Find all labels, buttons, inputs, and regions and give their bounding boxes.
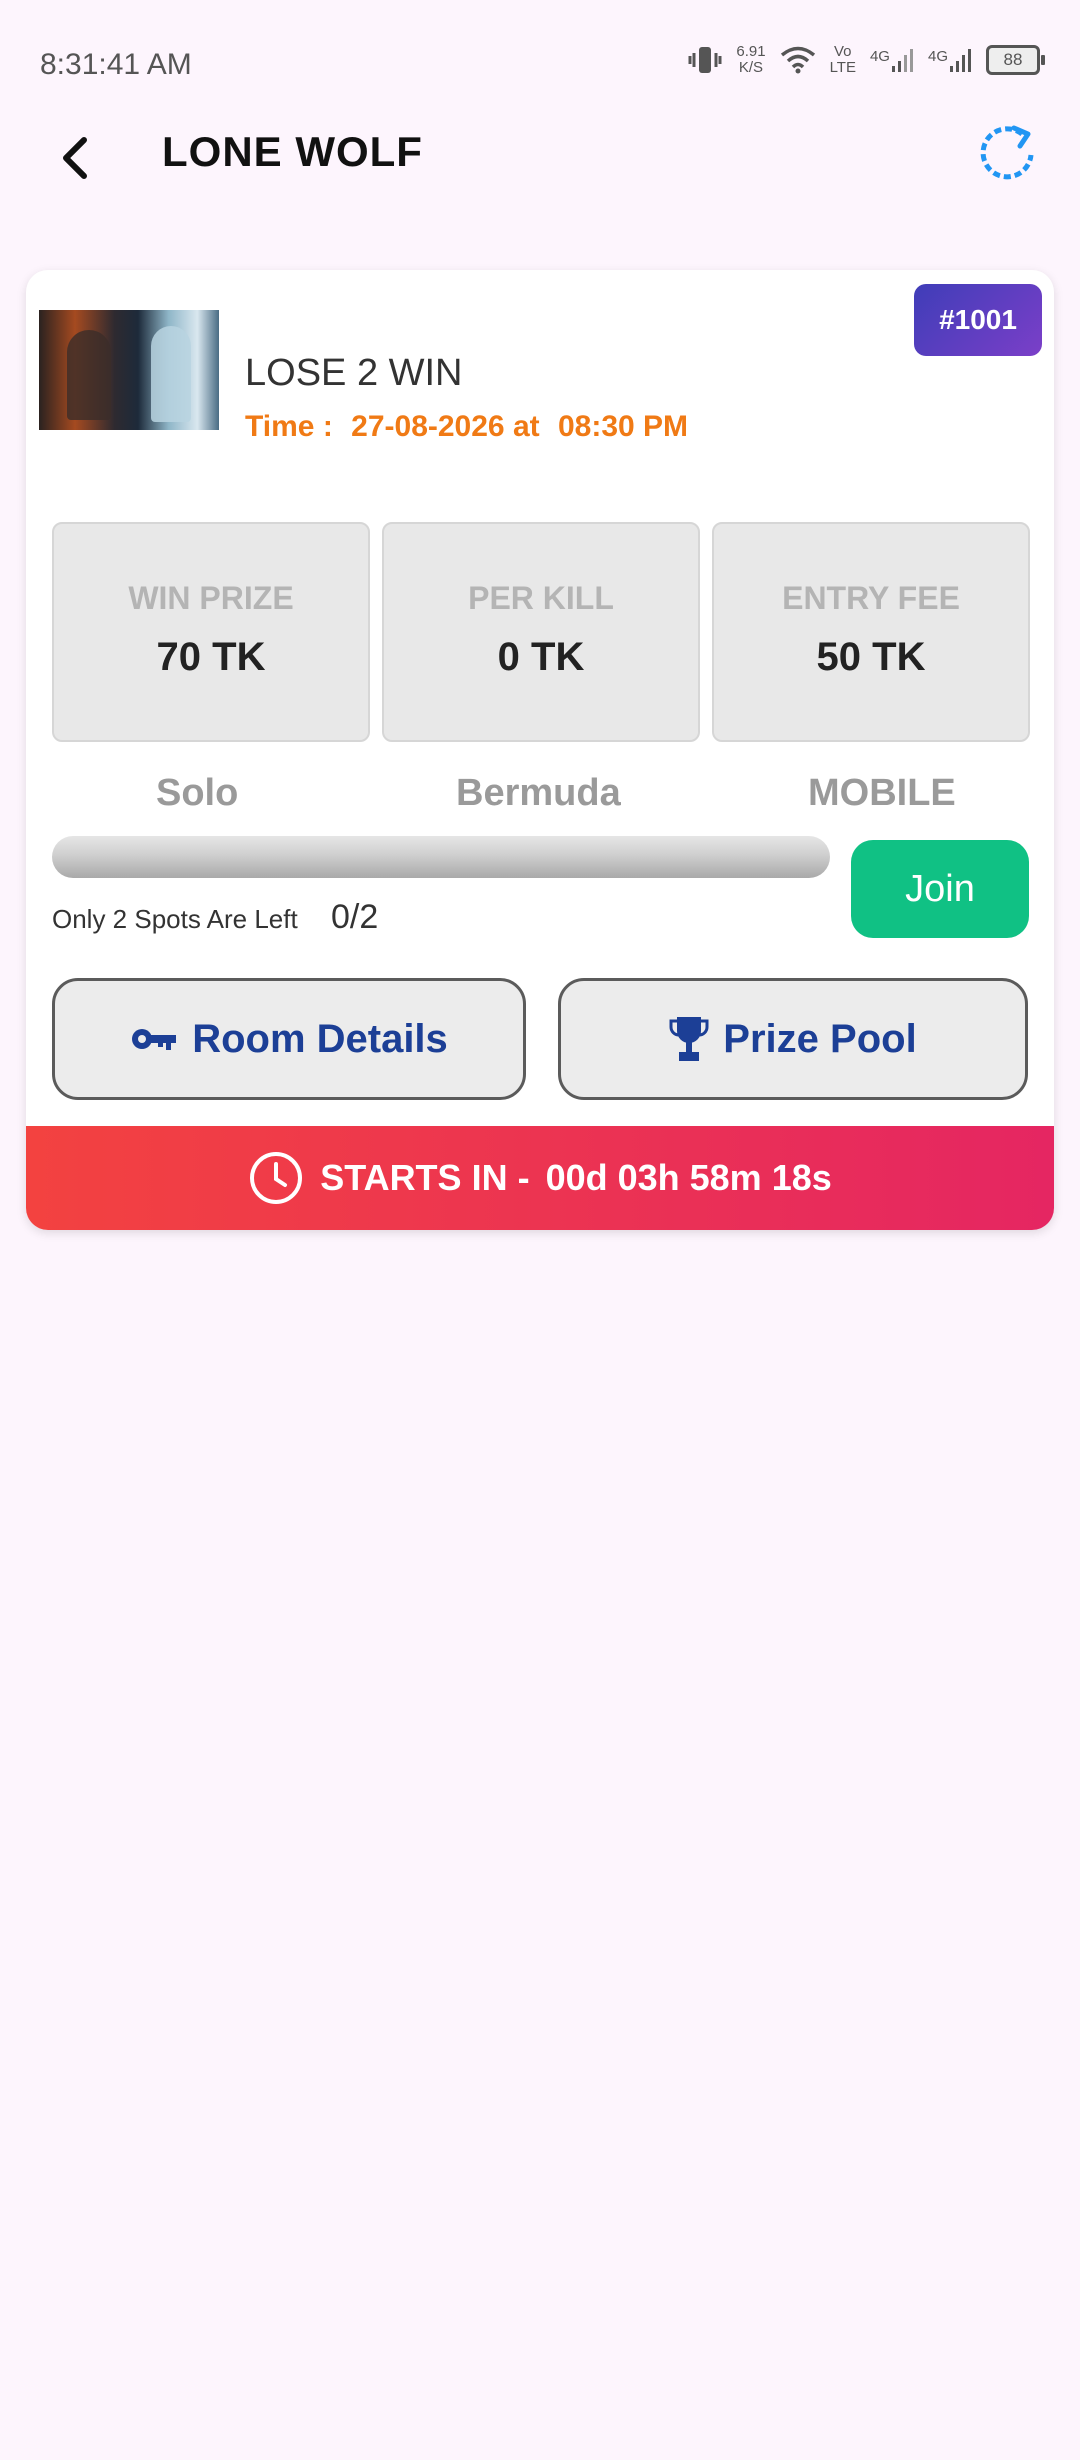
stat-value: 70 TK <box>156 635 266 679</box>
status-time: 8:31:41 AM <box>40 48 192 81</box>
net-speed-unit: K/S <box>738 59 764 76</box>
signal-1: 4G <box>870 48 914 72</box>
wifi-icon <box>780 46 815 74</box>
network-type-2: 4G <box>927 48 948 65</box>
join-button[interactable]: Join <box>851 840 1029 938</box>
entry-fee-box: ENTRY FEE 50 TK <box>712 522 1030 742</box>
clock-icon <box>250 1152 303 1204</box>
match-card: #1001 LOSE 2 WIN Time : 27-08-2026 at 08… <box>26 270 1054 1230</box>
volte-indicator: Vo LTE <box>830 44 856 76</box>
refresh-icon <box>980 125 1034 180</box>
match-time: Time : 27-08-2026 at 08:30 PM <box>245 410 698 444</box>
battery-icon: 88 <box>986 45 1045 75</box>
net-speed: 6.91 K/S <box>736 44 765 76</box>
time-label: Time : <box>245 410 333 443</box>
net-speed-value: 6.91 <box>736 43 766 60</box>
volte-top: Vo <box>834 43 852 60</box>
match-date: 27-08-2026 at <box>351 410 540 443</box>
match-id-badge: #1001 <box>914 284 1042 356</box>
prize-pool-label: Prize Pool <box>723 1016 917 1061</box>
countdown-banner: STARTS IN - 00d 03h 58m 18s <box>26 1126 1054 1230</box>
stat-label: PER KILL <box>468 580 614 616</box>
signal-icon <box>950 49 971 72</box>
match-thumbnail <box>39 310 219 430</box>
network-type-1: 4G <box>869 48 890 65</box>
win-prize-box: WIN PRIZE 70 TK <box>52 522 370 742</box>
status-bar: 8:31:41 AM 6.91 K/S Vo LTE 4G 4G 88 <box>0 0 1080 130</box>
trophy-icon <box>669 1017 709 1061</box>
match-clock: 08:30 PM <box>557 410 689 443</box>
volte-bottom: LTE <box>829 59 856 76</box>
room-details-label: Room Details <box>192 1016 448 1061</box>
countdown-value: 00d 03h 58m 18s <box>545 1157 832 1198</box>
key-icon <box>132 1029 177 1050</box>
spots-left-text: Only 2 Spots Are Left <box>52 904 298 934</box>
stat-value: 50 TK <box>816 635 926 679</box>
refresh-button[interactable] <box>974 122 1040 188</box>
back-button[interactable] <box>46 126 106 186</box>
match-title: LOSE 2 WIN <box>245 352 463 394</box>
countdown-label: STARTS IN - <box>320 1157 530 1198</box>
spots-progress-bar <box>52 836 830 878</box>
vibrate-icon <box>688 47 722 73</box>
match-platform: MOBILE <box>808 772 956 814</box>
status-icons: 6.91 K/S Vo LTE 4G 4G 88 <box>688 44 1045 76</box>
signal-2: 4G <box>928 48 972 72</box>
stat-label: WIN PRIZE <box>128 580 294 616</box>
page-title: LONE WOLF <box>162 128 423 175</box>
stat-value: 0 TK <box>497 635 585 679</box>
room-details-button[interactable]: Room Details <box>52 978 526 1100</box>
chevron-left-icon <box>63 137 87 179</box>
stat-label: ENTRY FEE <box>782 580 960 616</box>
spots-count: 0/2 <box>331 898 379 936</box>
signal-icon <box>891 49 913 72</box>
match-mode: Solo <box>156 772 239 814</box>
app-header: LONE WOLF <box>0 120 1080 210</box>
per-kill-box: PER KILL 0 TK <box>382 522 700 742</box>
match-map: Bermuda <box>456 772 621 814</box>
prize-pool-button[interactable]: Prize Pool <box>558 978 1028 1100</box>
